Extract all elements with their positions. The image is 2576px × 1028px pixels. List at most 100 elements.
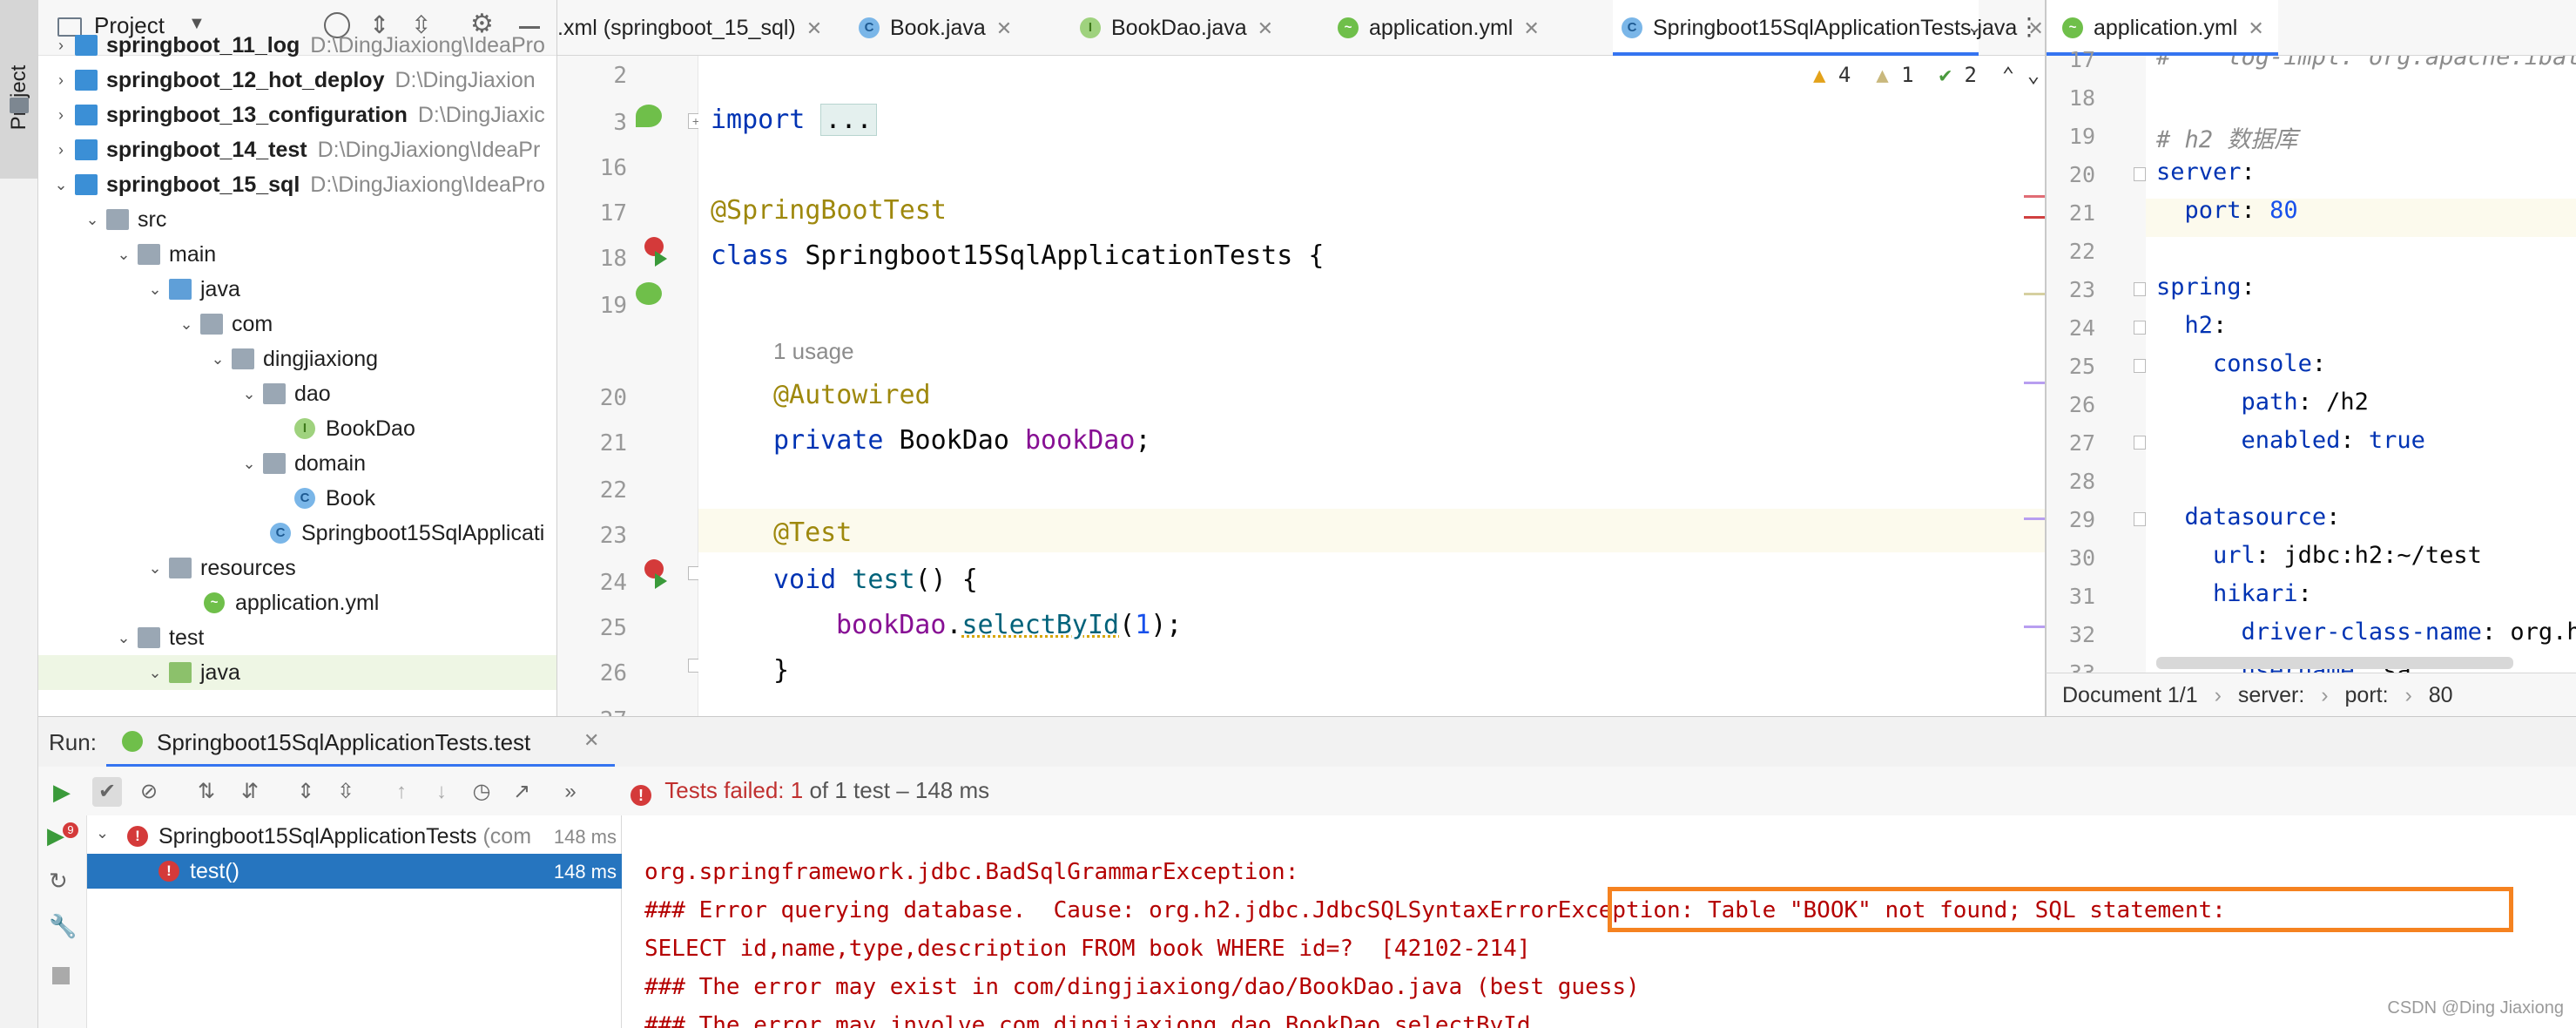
tree-item-java[interactable]: ⌄ java bbox=[38, 272, 556, 307]
run-tab[interactable]: Springboot15SqlApplicationTests.test ✕ bbox=[106, 717, 615, 768]
expand-all-icon[interactable]: ⇕ bbox=[291, 777, 320, 807]
tree-item-application-yml[interactable]: ~ application.yml bbox=[38, 585, 556, 620]
more-icon[interactable]: ⋮ bbox=[2017, 12, 2041, 41]
previous-failed-icon[interactable]: ↑ bbox=[387, 777, 416, 807]
tree-item-springboot-11-log[interactable]: › springboot_11_log D:\DingJiaxiong\IdeaPr… bbox=[38, 28, 556, 63]
show-passed-icon[interactable]: ✔ bbox=[92, 777, 122, 807]
close-icon[interactable]: ✕ bbox=[806, 17, 822, 39]
tab-springboot15sqlapplicationtests[interactable]: C Springboot15SqlApplicationTests.java ✕ bbox=[1613, 0, 2044, 56]
fold-icon[interactable] bbox=[2134, 512, 2146, 526]
chevron-down-icon[interactable]: ⌄ bbox=[145, 551, 165, 585]
close-icon[interactable]: ✕ bbox=[996, 17, 1012, 39]
tree-item-path: D:\DingJiaxic bbox=[417, 103, 545, 127]
horizontal-scrollbar[interactable] bbox=[2156, 657, 2513, 669]
chevron-down-icon[interactable]: ⌄ bbox=[145, 272, 165, 307]
run-icon[interactable] bbox=[655, 573, 667, 589]
interface-icon: I bbox=[1080, 17, 1101, 38]
tree-item-test[interactable]: ⌄ test bbox=[38, 620, 556, 655]
breadcrumb-server[interactable]: server: bbox=[2238, 683, 2304, 707]
chevron-down-icon[interactable]: ⌄ bbox=[239, 376, 260, 411]
next-failed-icon[interactable]: ↓ bbox=[427, 777, 456, 807]
sort-duration-icon[interactable]: ⇵ bbox=[235, 777, 265, 807]
more-chevron-icon[interactable]: » bbox=[556, 777, 585, 807]
fold-icon[interactable] bbox=[2134, 359, 2146, 373]
chevron-down-icon[interactable]: ⌄ bbox=[96, 824, 109, 842]
fold-icon[interactable] bbox=[2134, 321, 2146, 335]
tab-application-yml[interactable]: ~ application.yml ✕ bbox=[1329, 0, 1608, 56]
show-ignored-icon[interactable]: ⊘ bbox=[134, 777, 164, 807]
autowired-icon[interactable] bbox=[636, 282, 662, 305]
history-icon[interactable]: ◷ bbox=[467, 777, 496, 807]
chevron-right-icon[interactable]: › bbox=[51, 132, 71, 167]
collapse-all-icon[interactable]: ⇳ bbox=[331, 777, 361, 807]
close-icon[interactable]: ✕ bbox=[1258, 17, 1273, 39]
chevron-down-icon[interactable]: ⌄ bbox=[2027, 63, 2040, 87]
close-icon[interactable]: ✕ bbox=[2248, 17, 2263, 39]
tree-item-domain[interactable]: ⌄ domain bbox=[38, 446, 556, 481]
fold-icon[interactable] bbox=[2134, 282, 2146, 296]
close-icon[interactable]: ✕ bbox=[583, 729, 599, 752]
tree-item-springboot-15-sql[interactable]: ⌄ springboot_15_sql D:\DingJiaxiong\IdeaPr… bbox=[38, 167, 556, 202]
yaml-gutter: 1718192021222324252627282930313233 bbox=[2045, 47, 2146, 686]
tab-pom-xml[interactable]: .xml (springboot_15_sql) ✕ bbox=[557, 0, 838, 56]
rerun-icon[interactable]: ▶ bbox=[47, 777, 77, 807]
tree-item-dingjiaxiong[interactable]: ⌄ dingjiaxiong bbox=[38, 342, 556, 376]
chevron-right-icon[interactable]: › bbox=[51, 28, 71, 63]
sort-alpha-icon[interactable]: ⇅ bbox=[192, 777, 221, 807]
tab-bookdao-java[interactable]: I BookDao.java ✕ bbox=[1071, 0, 1324, 56]
settings-wrench-icon[interactable]: 🔧 bbox=[49, 913, 77, 940]
info-stripe-mark[interactable] bbox=[2024, 517, 2045, 520]
tree-item-springboot-13-configuration[interactable]: › springboot_13_configuration D:\DingJiaxi… bbox=[38, 98, 556, 132]
tab-list-chevron-icon[interactable]: ⌄ bbox=[1966, 16, 1982, 38]
chevron-right-icon[interactable]: › bbox=[51, 98, 71, 132]
error-stripe-mark[interactable] bbox=[2024, 195, 2045, 198]
breadcrumb-value[interactable]: 80 bbox=[2429, 683, 2453, 707]
fold-icon[interactable] bbox=[2134, 436, 2146, 450]
export-icon[interactable]: ↗ bbox=[507, 777, 536, 807]
chevron-down-icon[interactable]: ⌄ bbox=[113, 620, 134, 655]
line-number: 17 bbox=[2068, 47, 2095, 72]
test-method-row[interactable]: ! test() 148 ms bbox=[87, 854, 622, 889]
project-tool-button[interactable]: Project bbox=[0, 0, 37, 179]
tree-item-label: src bbox=[138, 207, 167, 232]
chevron-down-icon[interactable]: ⌄ bbox=[82, 202, 103, 237]
tree-item-java[interactable]: ⌄ java bbox=[38, 655, 556, 690]
chevron-down-icon[interactable]: ⌄ bbox=[51, 167, 71, 202]
toggle-auto-test-icon[interactable]: ↻ bbox=[49, 868, 68, 895]
chevron-down-icon[interactable]: ⌄ bbox=[113, 237, 134, 272]
error-stripe-mark[interactable] bbox=[2024, 216, 2045, 219]
code-editor[interactable]: ▲ 4 ▲ 1 ✔ 2 ⌃ ⌄ import ... @SpringBootTes… bbox=[698, 56, 2045, 716]
tree-item-bookdao[interactable]: I BookDao bbox=[38, 411, 556, 446]
tree-item-dao[interactable]: ⌄ dao bbox=[38, 376, 556, 411]
info-stripe-mark[interactable] bbox=[2024, 382, 2045, 384]
tree-item-springboot-14-test[interactable]: › springboot_14_test D:\DingJiaxiong\IdeaP… bbox=[38, 132, 556, 167]
test-class-row[interactable]: ⌄ ! Springboot15SqlApplicationTests (com… bbox=[87, 819, 622, 854]
tree-item-springboot15sqlapplicati[interactable]: C Springboot15SqlApplicati bbox=[38, 516, 556, 551]
tree-item-main[interactable]: ⌄ main bbox=[38, 237, 556, 272]
console-output[interactable]: org.springframework.jdbc.BadSqlGrammarEx… bbox=[622, 815, 2576, 1028]
chevron-down-icon[interactable]: ⌄ bbox=[239, 446, 260, 481]
yaml-code-editor[interactable]: # log-impl: org.apache.ibati # h2 数据库 serv… bbox=[2146, 56, 2576, 673]
tree-item-resources[interactable]: ⌄ resources bbox=[38, 551, 556, 585]
stop-icon[interactable] bbox=[52, 967, 70, 984]
tab-book-java[interactable]: C Book.java ✕ bbox=[850, 0, 1066, 56]
tree-item-src[interactable]: ⌄ src bbox=[38, 202, 556, 237]
chevron-down-icon[interactable]: ⌄ bbox=[176, 307, 197, 342]
fold-icon[interactable] bbox=[2134, 167, 2146, 181]
tree-item-com[interactable]: ⌄ com bbox=[38, 307, 556, 342]
run-icon[interactable] bbox=[655, 251, 667, 267]
chevron-right-icon[interactable]: › bbox=[51, 63, 71, 98]
inspection-widget[interactable]: ▲ 4 ▲ 1 ✔ 2 ⌃ ⌄ bbox=[1813, 63, 2040, 87]
chevron-up-icon[interactable]: ⌃ bbox=[2002, 63, 2014, 87]
info-stripe-mark[interactable] bbox=[2024, 626, 2045, 628]
warning-stripe-mark[interactable] bbox=[2024, 293, 2045, 295]
spring-bean-icon[interactable] bbox=[636, 105, 662, 127]
tree-item-springboot-12-hot-deploy[interactable]: › springboot_12_hot_deploy D:\DingJiaxion bbox=[38, 63, 556, 98]
chevron-down-icon[interactable]: ⌄ bbox=[207, 342, 228, 376]
tree-item-label: domain bbox=[294, 451, 366, 476]
breadcrumb-port[interactable]: port: bbox=[2345, 683, 2389, 707]
chevron-down-icon[interactable]: ⌄ bbox=[145, 655, 165, 690]
tree-item-book[interactable]: C Book bbox=[38, 481, 556, 516]
run-failed-icon[interactable]: ▶ bbox=[47, 822, 64, 849]
close-icon[interactable]: ✕ bbox=[1523, 17, 1539, 39]
